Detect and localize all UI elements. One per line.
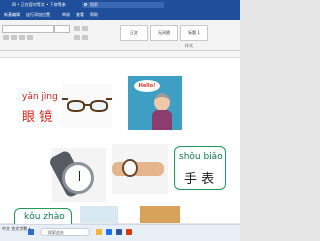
pinyin-kouzhao: kǒu zhào <box>24 212 65 222</box>
word-icon[interactable] <box>116 229 122 235</box>
number-list-icon[interactable] <box>82 26 88 31</box>
pinyin-shoubiao: shǒu biǎo <box>179 152 223 162</box>
align-center-icon[interactable] <box>82 35 88 40</box>
tab-home[interactable]: 新基编辑 <box>4 12 20 18</box>
underline-icon[interactable] <box>19 35 25 40</box>
ribbon-tabs: 新基编辑 连行添加位置 审阅 查看 帮助 <box>0 10 240 20</box>
font-name-select[interactable] <box>2 25 54 33</box>
powerpoint-icon[interactable] <box>126 229 132 235</box>
speech-bubble: Hello! <box>134 80 160 92</box>
title-search-placeholder: 搜索 <box>90 2 98 7</box>
grandma-cartoon-image: Hello! <box>128 76 182 130</box>
mask-image <box>80 206 118 223</box>
search-icon <box>84 3 87 6</box>
tab-review[interactable]: 审阅 <box>62 12 70 18</box>
document-page <box>0 58 240 223</box>
align-left-icon[interactable] <box>74 35 80 40</box>
status-text: 中文 合文字数 • <box>2 226 31 231</box>
hanzi-yanjing: 眼 镜 <box>22 110 53 125</box>
style-heading-1[interactable]: 标题 1 <box>180 25 208 41</box>
tab-help[interactable]: 帮助 <box>90 12 98 18</box>
window-title: 四 • 正在容对等文 • 下穿等参 <box>12 2 66 7</box>
start-icon[interactable] <box>28 229 34 235</box>
taskbar-search-placeholder: 搜索此处 <box>48 230 64 235</box>
glasses-image <box>62 84 112 128</box>
style-normal[interactable]: 正文 <box>120 25 148 41</box>
taskbar-search[interactable]: 搜索此处 <box>40 228 90 236</box>
bullet-list-icon[interactable] <box>74 26 80 31</box>
watch-image <box>47 148 106 202</box>
tab-layout[interactable]: 连行添加位置 <box>26 12 50 18</box>
taskbar: 中文 合文字数 • 搜索此处 <box>0 224 240 241</box>
cat-image <box>140 206 180 223</box>
wristwatch-image <box>112 144 168 194</box>
ruler <box>0 51 240 58</box>
pinyin-yanjing: yǎn jìng <box>22 92 58 102</box>
ribbon-toolbar: 正文 无间隔 标题 1 样式 <box>0 20 240 51</box>
title-bar: 四 • 正在容对等文 • 下穿等参 搜索 <box>0 0 240 10</box>
font-size-select[interactable] <box>54 25 70 33</box>
styles-group-label: 样式 <box>185 43 193 48</box>
title-search-box[interactable]: 搜索 <box>82 2 164 8</box>
file-explorer-icon[interactable] <box>96 229 102 235</box>
browser-icon[interactable] <box>106 229 112 235</box>
italic-icon[interactable] <box>11 35 17 40</box>
style-no-spacing[interactable]: 无间隔 <box>150 25 178 41</box>
tab-view[interactable]: 查看 <box>76 12 84 18</box>
hanzi-shoubiao: 手 表 <box>184 172 215 187</box>
font-color-icon[interactable] <box>27 35 33 40</box>
bold-icon[interactable] <box>3 35 9 40</box>
